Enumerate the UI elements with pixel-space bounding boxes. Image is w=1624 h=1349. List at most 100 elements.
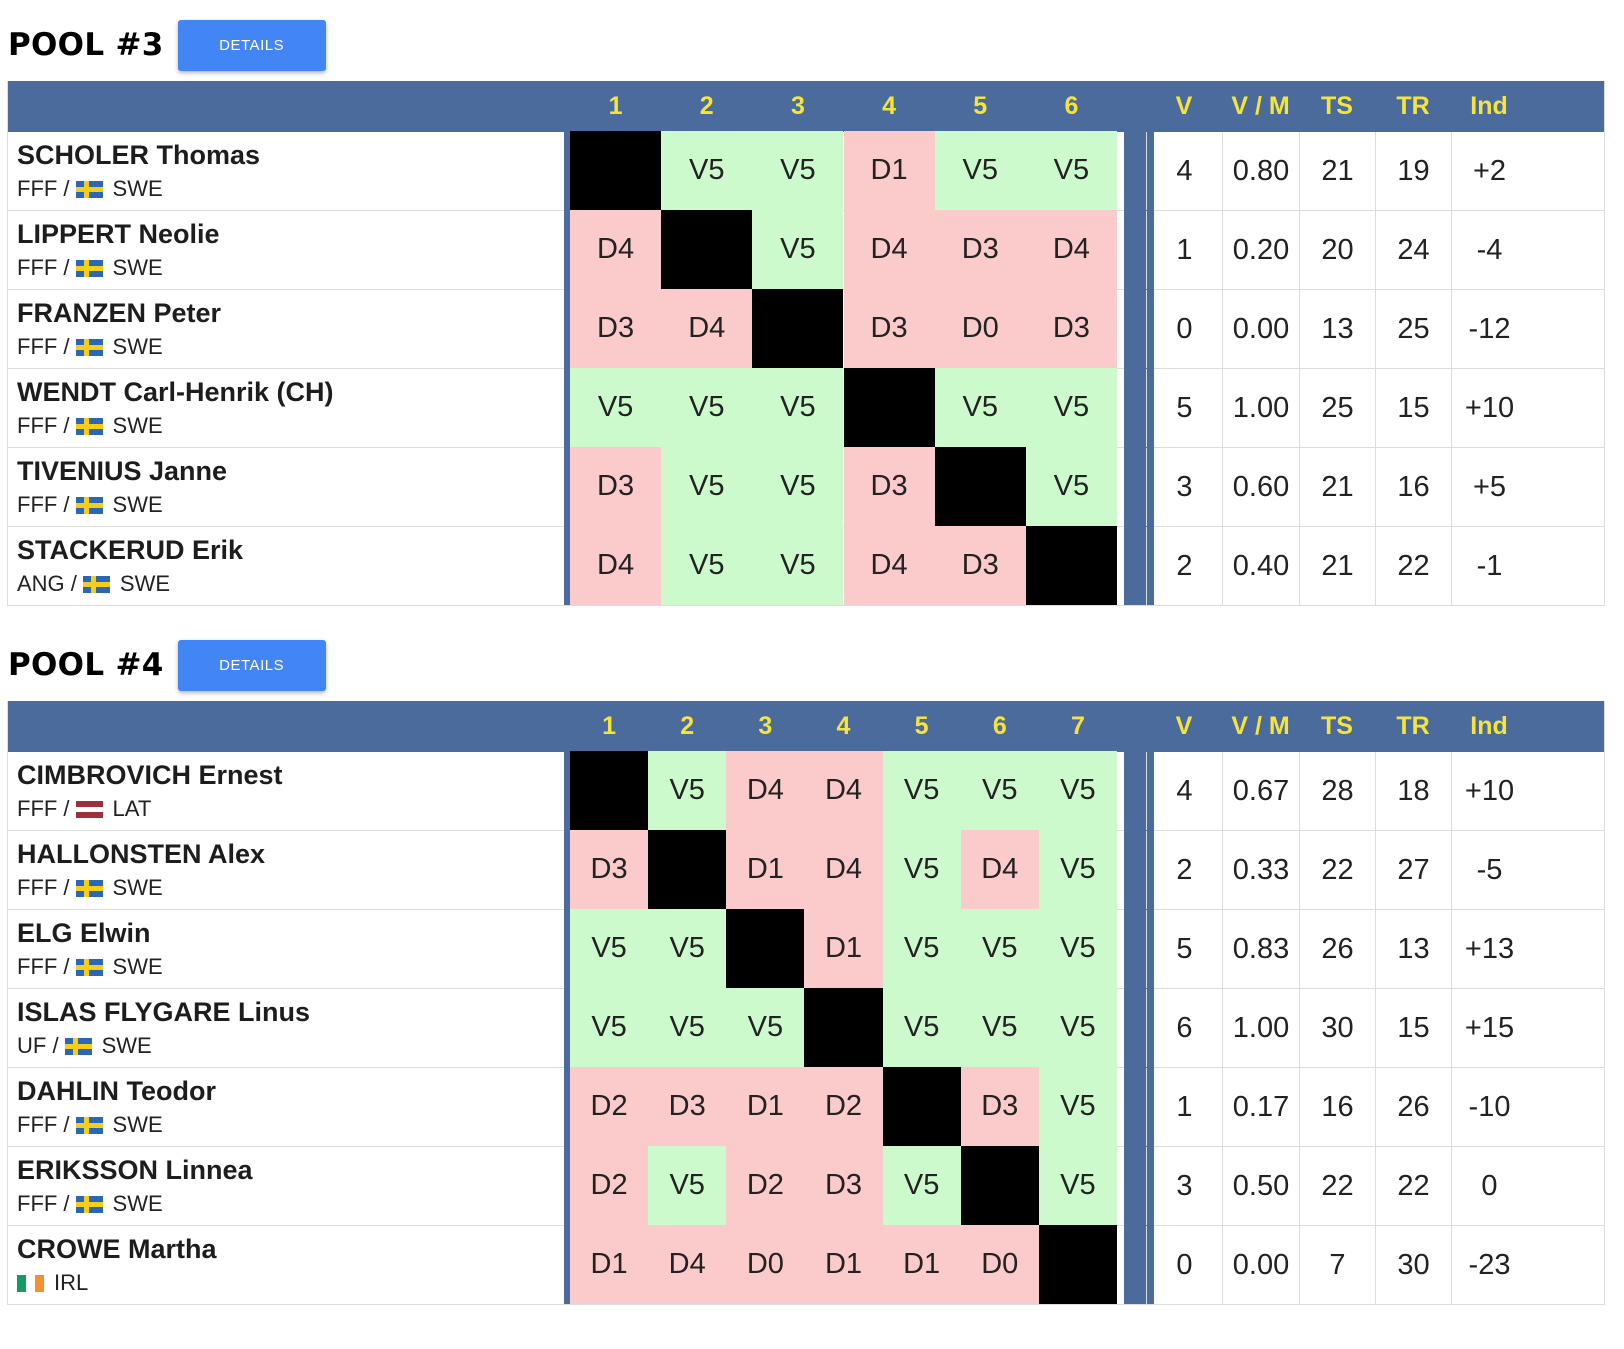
bout-cell-victory: V5 [1038, 830, 1117, 909]
stat-cell: 4 [1146, 132, 1222, 210]
bout-cell-empty [1025, 526, 1117, 605]
stat-cell: 26 [1299, 910, 1375, 988]
details-button[interactable]: DETAILS [177, 639, 326, 691]
flag-icon [75, 496, 103, 514]
bout-cell-victory: V5 [882, 988, 961, 1067]
bout-cell-victory: V5 [1038, 751, 1117, 830]
stat-cell: +15 [1451, 989, 1527, 1067]
fencer-affiliation: FFF / SWE [17, 413, 163, 439]
bout-cell-defeat: D4 [843, 210, 935, 289]
stat-cell: 1.00 [1222, 989, 1299, 1067]
country-code: SWE [112, 875, 163, 900]
column-header: 4 [836, 712, 851, 740]
country-code: SWE [112, 1191, 163, 1216]
bout-cell-empty [648, 830, 727, 909]
flag-icon [17, 1274, 44, 1292]
country-code: SWE [112, 176, 163, 201]
bout-cell-victory: V5 [752, 447, 844, 526]
stat-header: TS [1321, 712, 1353, 740]
pool-table: 1234567VV / M TS TR Ind CIMBROVICH Ernest FFF… [7, 701, 1605, 1305]
pool-header: POOL #3 DETAILS [8, 18, 326, 72]
bout-cell-victory: V5 [661, 368, 753, 447]
bout-cell-victory: V5 [1038, 1067, 1117, 1146]
stat-cell: 13 [1375, 910, 1451, 988]
bout-cell-empty [1038, 1225, 1117, 1304]
stat-cell: +5 [1451, 448, 1527, 526]
country-code: SWE [112, 255, 163, 280]
fencer-row: ISLAS FLYGARE LinusUF /SWE4V5V5V5V5V5V56… [8, 988, 1604, 1068]
stat-header: Ind [1470, 92, 1508, 120]
bout-cell-victory: V5 [1038, 909, 1117, 988]
stat-cell: 25 [1299, 369, 1375, 447]
bout-cell-empty [843, 368, 935, 447]
bout-cell-empty [804, 988, 883, 1067]
fencer-info: HALLONSTEN Alex FFF / SWE [8, 831, 564, 909]
bout-cell-victory: V5 [661, 131, 753, 210]
club-code: FFF / [17, 334, 70, 359]
stat-cell: 27 [1375, 831, 1451, 909]
stat-cell: 0.83 [1222, 910, 1299, 988]
column-header: 3 [790, 92, 805, 120]
bout-cell-defeat: D3 [1025, 289, 1117, 368]
column-header: 1 [608, 92, 623, 120]
details-button[interactable]: DETAILS [177, 19, 326, 71]
bout-cell-defeat: D4 [960, 830, 1039, 909]
bout-cell-defeat: D0 [934, 289, 1026, 368]
stat-cell: -1 [1451, 527, 1527, 605]
pool-title: POOL #4 [8, 647, 164, 683]
stat-cell: 0.20 [1222, 211, 1299, 289]
column-header: 1 [602, 712, 617, 740]
country-code: SWE [112, 954, 163, 979]
stat-cell: 15 [1375, 369, 1451, 447]
bout-cell-victory: V5 [648, 1146, 727, 1225]
bout-cell-victory: V5 [960, 751, 1039, 830]
stat-header: TS [1321, 92, 1353, 120]
stat-cell: 30 [1375, 1226, 1451, 1304]
bout-cell-defeat: D2 [570, 1146, 649, 1225]
flag-icon [75, 800, 103, 818]
fencer-info: ISLAS FLYGARE Linus UF / SWE [8, 989, 564, 1067]
bout-cell-victory: V5 [570, 368, 662, 447]
stat-cell: -4 [1451, 211, 1527, 289]
bout-cell-empty [882, 1067, 961, 1146]
pool-header: POOL #4 DETAILS [8, 638, 326, 692]
pool-table-header: 1 2 3 4 5 6 7 V V / M TS TR Ind [8, 701, 1604, 752]
stat-cell: 30 [1299, 989, 1375, 1067]
bout-cell-defeat: D4 [1025, 210, 1117, 289]
bout-cell-defeat: D3 [570, 289, 662, 368]
club-code: FFF / [17, 1112, 70, 1137]
fencer-row: CROWE MarthaIRL7D1D4D0D1D1D000.00730-23 [8, 1225, 1604, 1305]
bout-cell-defeat: D1 [804, 909, 883, 988]
stat-header: V / M [1231, 712, 1290, 740]
flag-icon [75, 1195, 103, 1213]
stat-cell: 21 [1299, 132, 1375, 210]
fencer-affiliation: FFF / SWE [17, 492, 163, 518]
bout-cell-victory: V5 [960, 909, 1039, 988]
fencer-info: CIMBROVICH Ernest FFF / LAT [8, 752, 564, 830]
flag-icon [75, 338, 103, 356]
stat-header: TR [1396, 92, 1430, 120]
club-code: FFF / [17, 954, 70, 979]
bout-cell-victory: V5 [661, 447, 753, 526]
club-code: FFF / [17, 492, 70, 517]
bout-cell-defeat: D3 [934, 210, 1026, 289]
flag-icon [75, 1116, 103, 1134]
column-header: 5 [973, 92, 988, 120]
bout-cell-victory: V5 [1038, 1146, 1117, 1225]
fencer-info: TIVENIUS Janne FFF / SWE [8, 448, 564, 526]
fencer-info: FRANZEN Peter FFF / SWE [8, 290, 564, 368]
stat-cell: 25 [1375, 290, 1451, 368]
fencer-info: LIPPERT Neolie FFF / SWE [8, 211, 564, 289]
country-code: SWE [119, 571, 171, 596]
bout-cell-empty [570, 131, 662, 210]
stat-cell: 22 [1375, 527, 1451, 605]
fencer-affiliation: FFF / SWE [17, 954, 163, 980]
bout-cell-victory: V5 [934, 368, 1026, 447]
stat-cell: 22 [1299, 831, 1375, 909]
bout-cell-defeat: D4 [843, 526, 935, 605]
bout-cell-victory: V5 [1025, 447, 1117, 526]
bout-cell-defeat: D3 [843, 447, 935, 526]
stat-cell: 0.17 [1222, 1068, 1299, 1146]
bout-cell-defeat: D4 [804, 830, 883, 909]
column-header: 6 [992, 712, 1007, 740]
